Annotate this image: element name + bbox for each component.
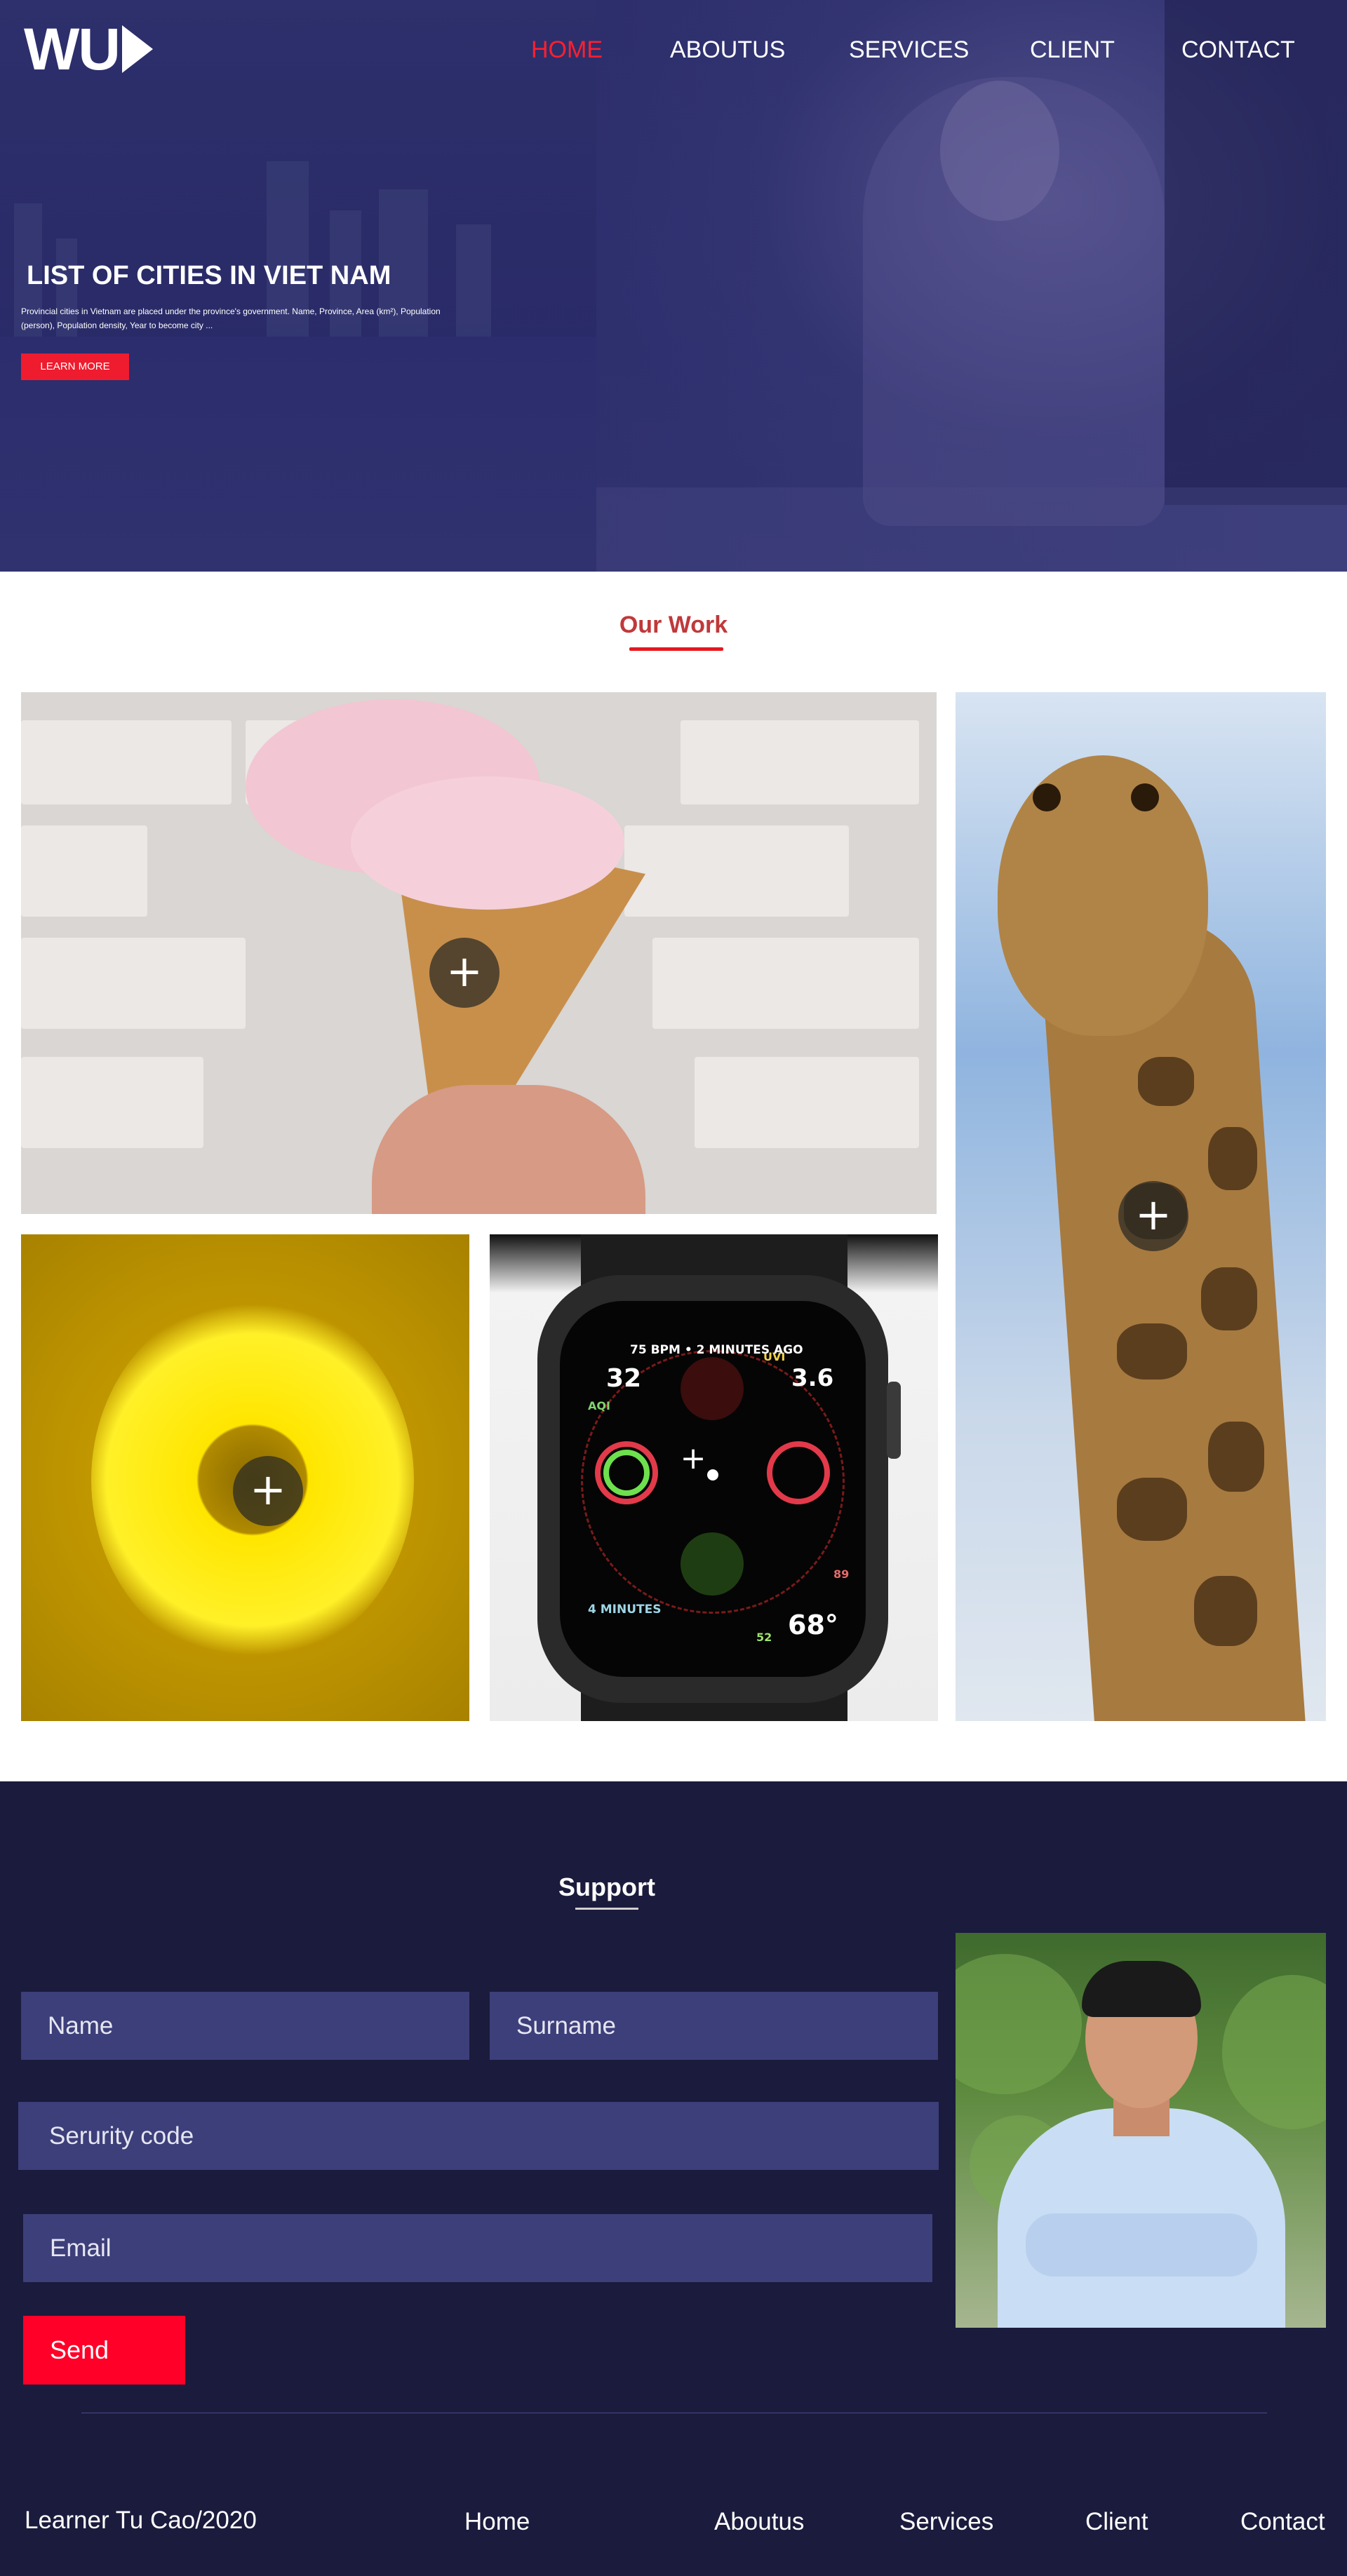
footer-link-aboutus[interactable]: Aboutus: [714, 2508, 804, 2536]
watch-temp-high: 89: [833, 1567, 850, 1581]
support-title-underline: [575, 1908, 638, 1910]
office-woman-image: [596, 0, 1347, 572]
security-code-field[interactable]: [18, 2102, 939, 2170]
copyright-text: Learner Tu Cao/2020: [25, 2507, 257, 2534]
work-tile-giraffe[interactable]: +: [956, 692, 1326, 1721]
nav-home[interactable]: HOME: [531, 36, 603, 64]
watch-temp-low: 52: [756, 1631, 772, 1644]
hand-shape: [372, 1085, 645, 1214]
watch-heart-text: 75 BPM • 2 MINUTES AGO: [630, 1343, 803, 1357]
plus-icon[interactable]: +: [679, 1443, 707, 1474]
nav-aboutus[interactable]: ABOUTUS: [670, 36, 785, 64]
hero-description: Provincial cities in Vietnam are placed …: [21, 306, 441, 330]
watch-uvi-value: 3.6: [791, 1364, 834, 1392]
support-title: Support: [558, 1873, 655, 1901]
nav-client[interactable]: CLIENT: [1030, 36, 1115, 64]
work-title: Our Work: [619, 612, 728, 638]
footer-link-home[interactable]: Home: [464, 2508, 530, 2536]
nav-services[interactable]: SERVICES: [849, 36, 969, 64]
plus-icon[interactable]: +: [429, 938, 500, 1008]
avatar: [956, 1933, 1326, 2328]
learn-more-button[interactable]: LEARN MORE: [21, 353, 129, 380]
work-tile-ice-cream[interactable]: +: [21, 692, 937, 1214]
logo-text: WU: [24, 16, 121, 82]
watch-screen: 32 AQI 3.6 UVI 75 BPM • 2 MINUTES AGO 4 …: [560, 1301, 866, 1677]
watch-minutes-text: 4 MINUTES: [588, 1603, 662, 1617]
footer-link-contact[interactable]: Contact: [1240, 2508, 1325, 2536]
footer-link-client[interactable]: Client: [1085, 2508, 1148, 2536]
watch-aqi-label: AQI: [588, 1399, 610, 1412]
logo-arrow-icon: [121, 25, 153, 73]
email-field[interactable]: [23, 2214, 932, 2282]
nav-contact[interactable]: CONTACT: [1181, 36, 1295, 64]
watch-aqi-value: 32: [606, 1364, 642, 1393]
giraffe-head-shape: [998, 755, 1208, 1036]
work-tile-watch[interactable]: 32 AQI 3.6 UVI 75 BPM • 2 MINUTES AGO 4 …: [490, 1234, 938, 1721]
send-button[interactable]: Send: [23, 2316, 185, 2385]
name-field[interactable]: [21, 1992, 469, 2060]
logo[interactable]: WU: [24, 20, 164, 79]
watch-temp-value: 68°: [788, 1610, 838, 1640]
footer-link-services[interactable]: Services: [899, 2508, 993, 2536]
hero-banner: WU HOME ABOUTUS SERVICES CLIENT CONTACT …: [0, 0, 1347, 572]
hero-title: LIST OF CITIES IN VIET NAM: [27, 261, 391, 290]
work-title-underline: [629, 647, 723, 651]
support-section: Support Send Learner Tu Cao/2020 Home Ab…: [0, 1781, 1347, 2576]
work-tile-flower[interactable]: +: [21, 1234, 469, 1721]
plus-icon[interactable]: +: [1118, 1181, 1188, 1251]
surname-field[interactable]: [490, 1992, 938, 2060]
plus-icon[interactable]: +: [233, 1456, 303, 1526]
